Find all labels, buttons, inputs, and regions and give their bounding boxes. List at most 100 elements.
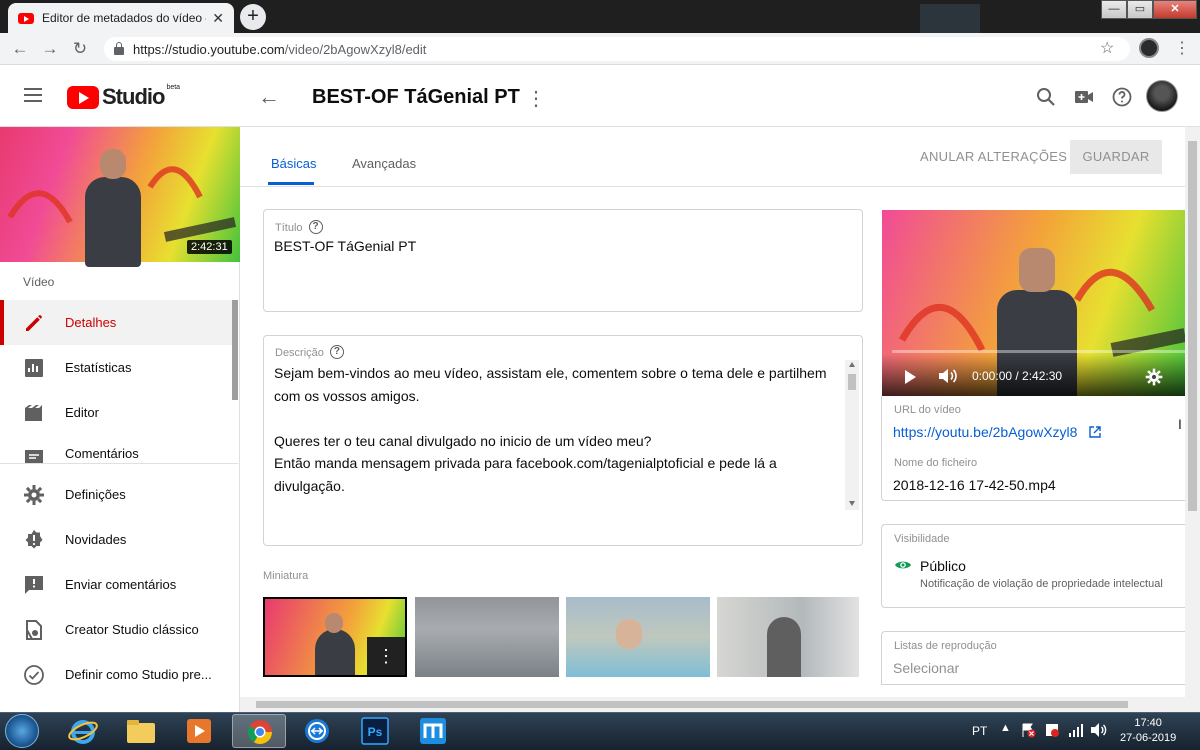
- search-icon[interactable]: [1034, 85, 1058, 109]
- scrollbar-thumb[interactable]: [256, 701, 1128, 708]
- sidebar-item-definir-studio[interactable]: Definir como Studio pre...: [0, 652, 232, 697]
- title-input[interactable]: BEST-OF TáGenial PT: [274, 238, 416, 254]
- action-center-flag-icon[interactable]: [1020, 722, 1036, 738]
- sidebar-item-creator-studio-classico[interactable]: Creator Studio clássico: [0, 607, 232, 652]
- description-label: Descrição: [275, 347, 324, 359]
- chrome-taskbar-button[interactable]: [232, 714, 286, 748]
- start-button[interactable]: [5, 714, 39, 748]
- page-vertical-scrollbar[interactable]: [1185, 127, 1200, 712]
- thumbnail-person: [315, 629, 355, 675]
- logo-text: Studio: [102, 84, 165, 109]
- chrome-icon: [247, 720, 272, 745]
- tab-avancadas[interactable]: Avançadas: [352, 156, 416, 171]
- volume-icon[interactable]: [937, 367, 959, 385]
- sidebar-item-comentarios[interactable]: Comentários: [0, 435, 232, 463]
- menu-icon[interactable]: [24, 88, 42, 102]
- window-minimize-button[interactable]: —: [1101, 0, 1127, 19]
- eye-icon: [895, 561, 911, 569]
- sidebar-item-definicoes[interactable]: Definições: [0, 472, 232, 517]
- teamviewer-icon[interactable]: [300, 717, 334, 745]
- discard-changes-button[interactable]: ANULAR ALTERAÇÕES: [920, 149, 1067, 164]
- file-explorer-icon[interactable]: [124, 717, 158, 745]
- thumbnail-option-2[interactable]: [415, 597, 559, 677]
- studio-logo[interactable]: Studio beta: [67, 84, 180, 110]
- sidebar-item-label: Estatísticas: [65, 360, 132, 375]
- player-time: 0:00:00 / 2:42:30: [972, 369, 1063, 383]
- video-url-link[interactable]: https://youtu.be/2bAgowXzyl8: [893, 424, 1077, 440]
- security-icon[interactable]: [1044, 722, 1060, 738]
- thumbnail-more-button[interactable]: ⋮: [367, 637, 405, 675]
- help-icon[interactable]: [1110, 85, 1134, 109]
- open-external-icon[interactable]: [1089, 426, 1101, 438]
- taskbar-clock[interactable]: 17:40 27-06-2019: [1120, 716, 1176, 746]
- lock-icon: [114, 42, 124, 55]
- save-button[interactable]: GUARDAR: [1070, 140, 1162, 174]
- title-field[interactable]: [263, 209, 863, 312]
- sidebar-item-label: Definir como Studio pre...: [65, 667, 212, 682]
- chrome-profile-avatar[interactable]: [1139, 38, 1159, 58]
- sidebar-divider: [0, 463, 238, 464]
- photoshop-icon[interactable]: Ps: [358, 717, 392, 745]
- reload-icon[interactable]: ↻: [70, 39, 90, 59]
- back-arrow-icon[interactable]: ←: [258, 84, 280, 110]
- internet-explorer-icon[interactable]: [66, 717, 100, 745]
- description-scrollbar[interactable]: [845, 360, 859, 510]
- sidebar-item-label: Enviar comentários: [65, 577, 177, 592]
- forward-nav-icon[interactable]: →: [40, 39, 60, 59]
- sidebar-scrollbar[interactable]: [232, 300, 238, 400]
- player-progress-bar[interactable]: [892, 350, 1185, 353]
- chrome-menu-icon[interactable]: ⋮: [1174, 38, 1190, 58]
- thumbnail-option-4[interactable]: [717, 597, 859, 677]
- filename-label: Nome do ficheiro: [894, 457, 978, 469]
- title-label-row: Título?: [275, 218, 323, 236]
- sidebar-item-enviar-comentarios[interactable]: Enviar comentários: [0, 562, 232, 607]
- create-video-icon[interactable]: [1072, 85, 1096, 109]
- thumbnail-option-custom[interactable]: ⋮: [263, 597, 407, 677]
- sidebar-item-detalhes[interactable]: Detalhes: [0, 300, 232, 345]
- gear-icon: [24, 484, 44, 505]
- video-url-label: URL do vídeo: [894, 404, 961, 416]
- window-close-button[interactable]: ✕: [1153, 0, 1197, 19]
- browser-tab[interactable]: Editor de metadados do vídeo – ✕: [8, 3, 234, 33]
- sidebar-item-novidades[interactable]: Novidades: [0, 517, 232, 562]
- play-icon[interactable]: [903, 369, 917, 385]
- help-icon[interactable]: ?: [308, 219, 323, 234]
- scrollbar-thumb[interactable]: [1188, 141, 1197, 511]
- description-line: Sejam bem-vindos ao meu vídeo, assistam …: [274, 365, 827, 381]
- sidebar-item-label: Definições: [65, 487, 126, 502]
- scroll-down-arrow-icon[interactable]: [849, 501, 855, 506]
- new-tab-button[interactable]: +: [240, 4, 266, 30]
- scrollbar-thumb[interactable]: [848, 374, 856, 390]
- url-input[interactable]: https://studio.youtube.com/video/2bAgowX…: [104, 37, 1130, 61]
- tab-close-icon[interactable]: ✕: [212, 10, 224, 27]
- bookmark-star-icon[interactable]: ☆: [1100, 38, 1114, 58]
- youtube-favicon-icon: [18, 12, 34, 24]
- description-textarea[interactable]: Sejam bem-vindos ao meu vídeo, assistam …: [274, 362, 844, 497]
- thumbnail-option-3[interactable]: [566, 597, 710, 677]
- tray-expand-icon[interactable]: ▲: [1000, 722, 1014, 736]
- playlists-select[interactable]: Selecionar: [893, 660, 959, 676]
- speaker-icon[interactable]: [1090, 722, 1108, 738]
- desktop-background: [920, 4, 980, 34]
- active-tab-indicator: [268, 182, 314, 185]
- window-maximize-button[interactable]: ▭: [1127, 0, 1153, 19]
- maxthon-icon[interactable]: [416, 717, 450, 745]
- scroll-up-arrow-icon[interactable]: [849, 362, 855, 367]
- sidebar-item-estatisticas[interactable]: Estatísticas: [0, 345, 232, 390]
- avatar[interactable]: [1146, 80, 1178, 112]
- page-horizontal-scrollbar[interactable]: [240, 697, 1185, 712]
- tab-basicas[interactable]: Básicas: [271, 156, 317, 171]
- thumbnail-face: [325, 613, 343, 633]
- sidebar-item-editor[interactable]: Editor: [0, 390, 232, 435]
- settings-gear-icon[interactable]: [1144, 367, 1164, 387]
- visibility-label: Visibilidade: [894, 533, 950, 545]
- help-icon[interactable]: ?: [329, 344, 344, 359]
- media-player-icon[interactable]: [182, 717, 216, 745]
- more-vert-icon[interactable]: ⋮: [526, 86, 546, 111]
- network-signal-icon[interactable]: [1068, 722, 1084, 738]
- title-label: Título: [275, 222, 303, 234]
- back-nav-icon[interactable]: ←: [10, 39, 30, 59]
- language-indicator[interactable]: PT: [972, 724, 987, 738]
- sidebar-section-label: Vídeo: [23, 275, 55, 289]
- description-line: Queres ter o teu canal divulgado no inic…: [274, 432, 652, 449]
